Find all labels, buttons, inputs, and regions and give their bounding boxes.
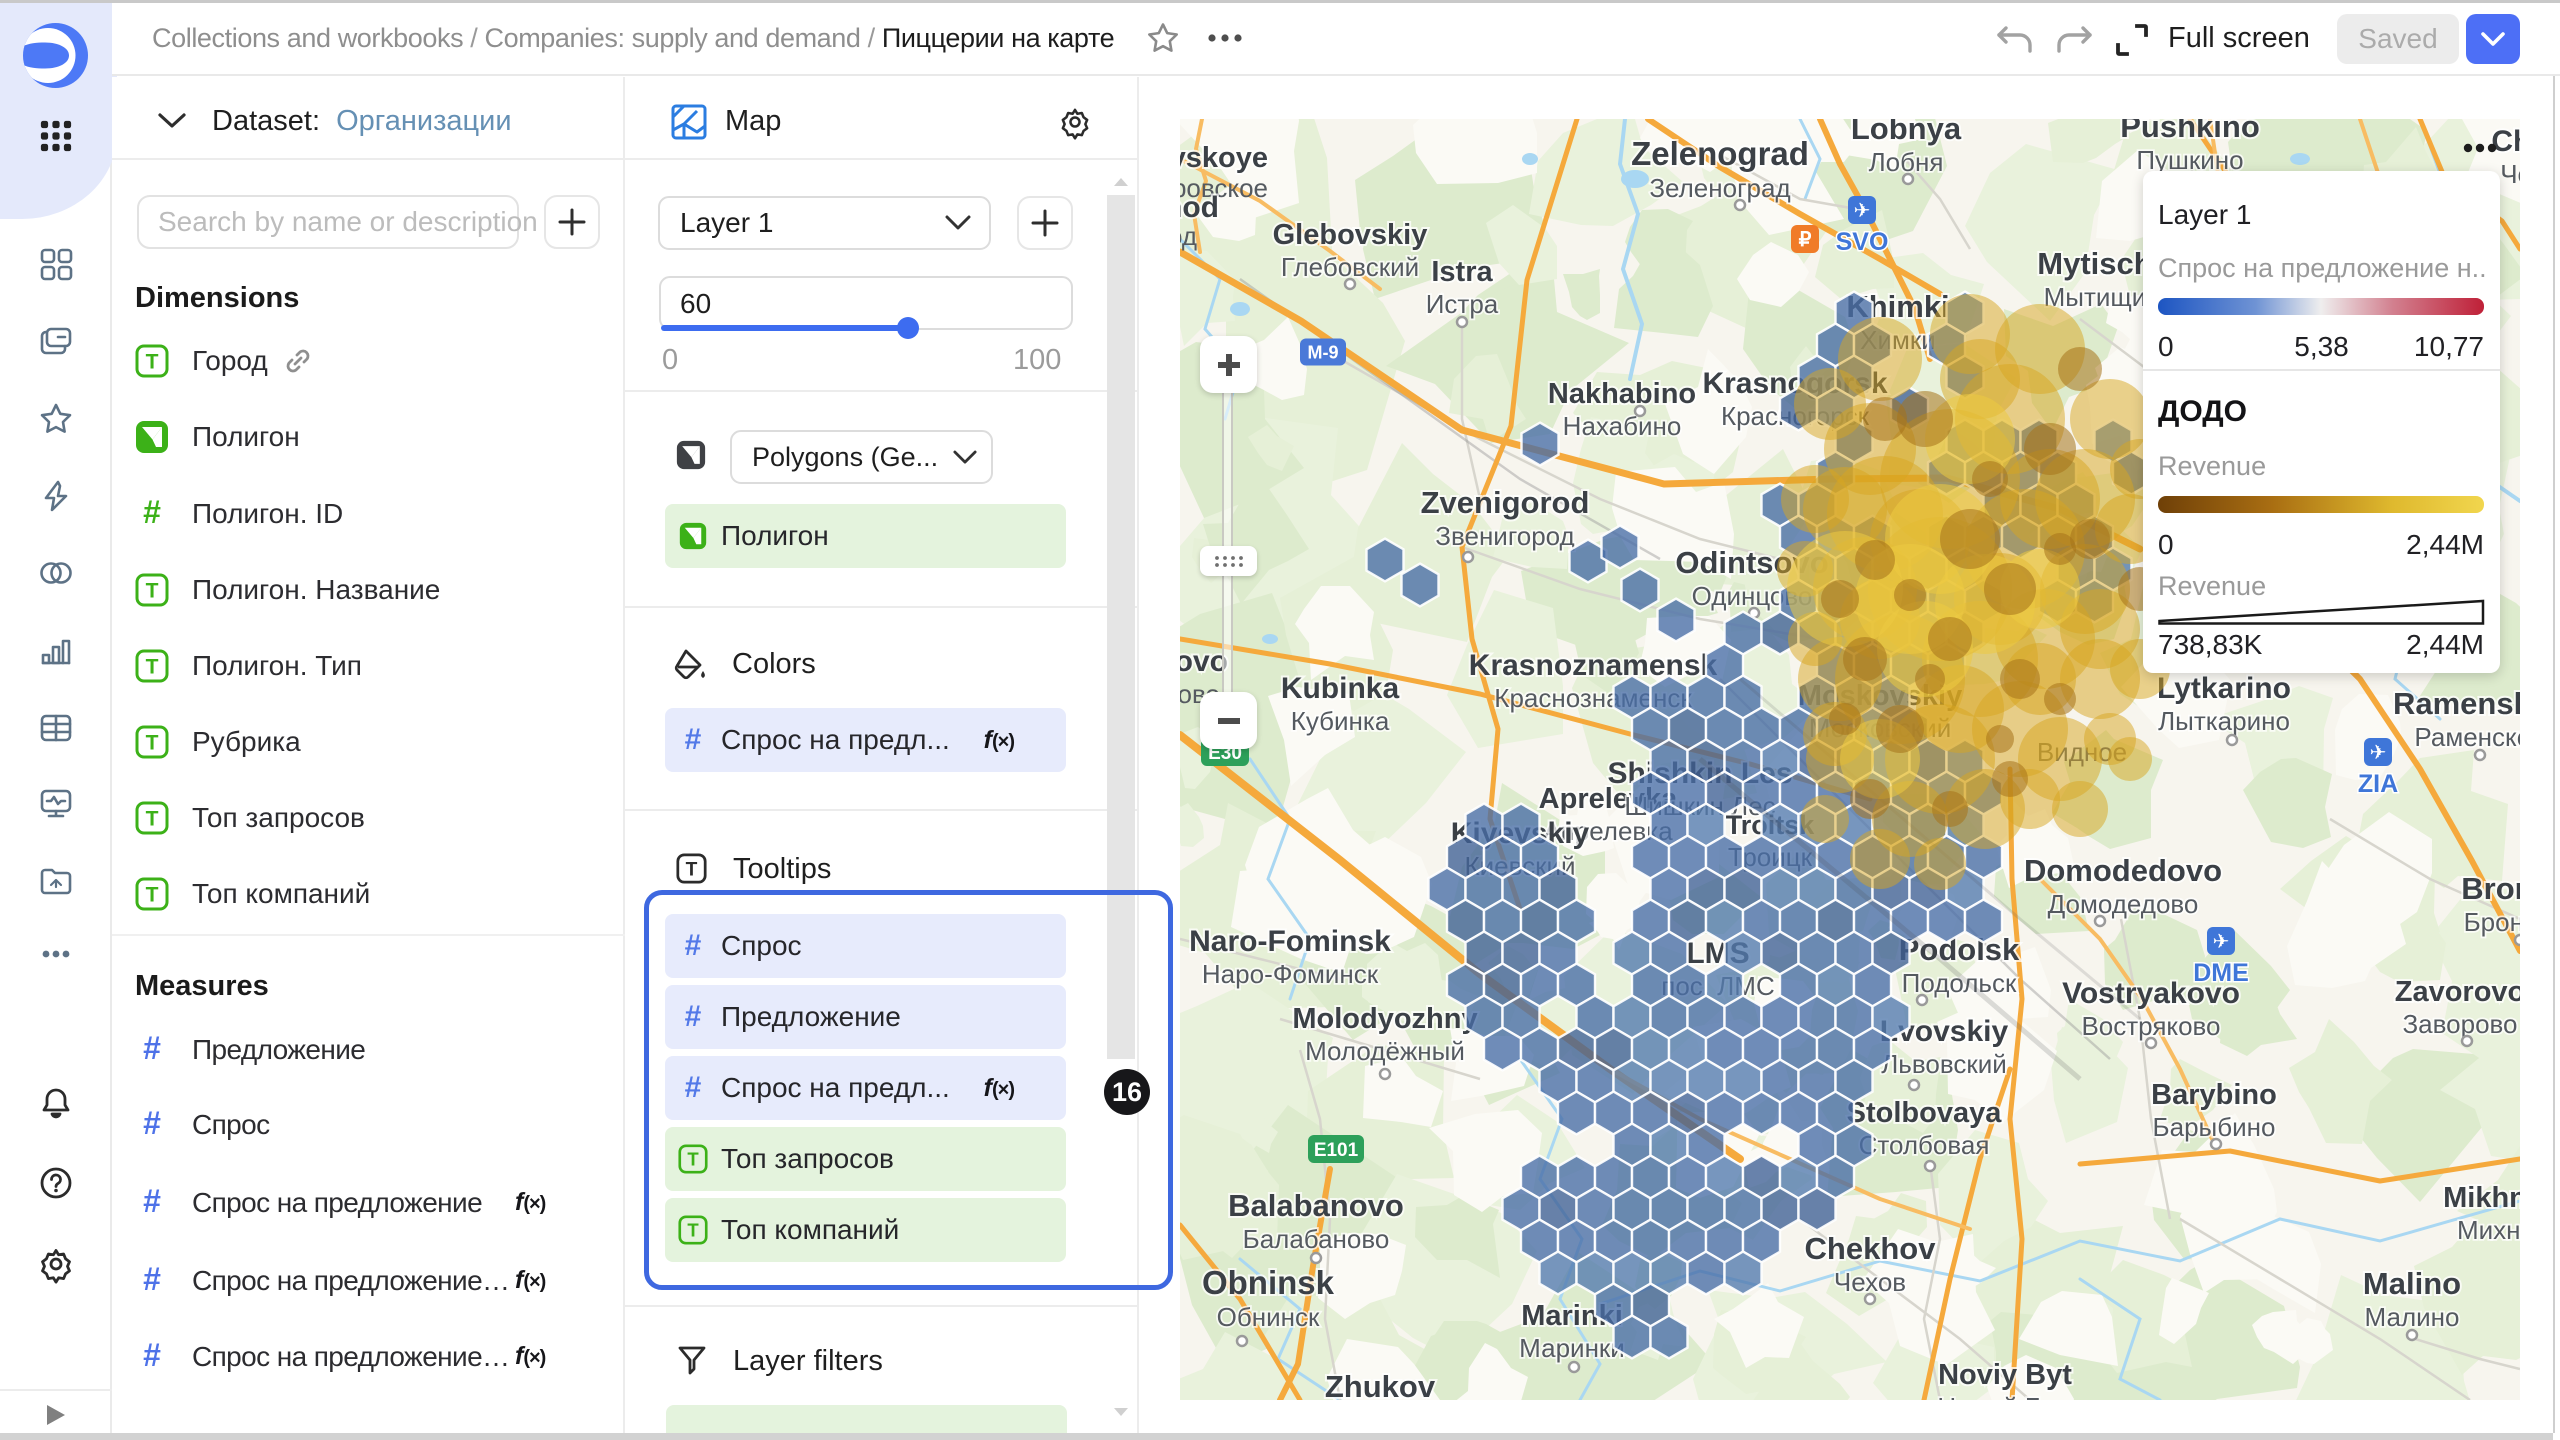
svg-text:Малино: Малино [2365,1302,2460,1332]
svg-text:Истра: Истра [1426,289,1499,319]
svg-text:Zelenograd: Zelenograd [1631,135,1809,172]
svg-text:T: T [146,732,159,755]
svg-text:Zvenigorod: Zvenigorod [1421,485,1590,520]
svg-text:Зеленоград: Зеленоград [1649,173,1790,203]
svg-text:E101: E101 [1314,1140,1359,1161]
svg-text:Заворово: Заворово [2402,1009,2517,1039]
svg-text:Lobnya: Lobnya [1851,119,1962,146]
svg-text:Zavorovo: Zavorovo [2395,976,2520,1008]
svg-text:Новый Быт: Новый Быт [1937,1392,2072,1400]
svg-text:Nakhabino: Nakhabino [1548,378,1696,410]
svg-text:Михнево: Михнево [2457,1215,2520,1245]
svg-text:SVO: SVO [1836,228,1889,256]
svg-text:Molodyozhny: Molodyozhny [1292,1003,1477,1035]
svg-text:Bronnits: Bronnits [2461,871,2520,906]
svg-text:Lytkarino: Lytkarino [2157,672,2291,705]
svg-text:Mytisch: Mytisch [2037,246,2152,281]
svg-text:T: T [146,656,159,679]
svg-text:✈: ✈ [2370,742,2387,764]
svg-text:Naro-Fominsk: Naro-Fominsk [1189,925,1391,958]
svg-text:Молодёжный: Молодёжный [1305,1036,1465,1066]
svg-text:Zhukov: Zhukov [1325,1369,1436,1400]
svg-text:Барыбино: Барыбино [2153,1112,2276,1142]
svg-text:Лобня: Лобня [1869,147,1944,177]
svg-text:ZIA: ZIA [2358,770,2398,798]
svg-text:₽: ₽ [1799,229,1812,251]
svg-text:М-9: М-9 [1308,342,1339,362]
svg-text:Львовский: Львовский [1881,1049,2007,1079]
svg-text:Stolbovaya: Stolbovaya [1847,1097,2003,1129]
svg-text:Ramenskoy: Ramenskoy [2393,686,2520,721]
svg-text:✈: ✈ [2213,931,2230,953]
svg-text:Столбовая: Столбовая [1859,1130,1990,1160]
svg-text:Домодедово: Домодедово [2048,889,2199,919]
svg-text:Глебовский: Глебовский [1281,252,1419,282]
svg-text:Маринки: Маринки [1519,1333,1625,1363]
svg-text:DME: DME [2193,959,2249,987]
svg-text:kovo: kovo [1180,645,1228,678]
svg-text:Pushkino: Pushkino [2120,119,2260,144]
svg-text:Domodedovo: Domodedovo [2024,853,2222,888]
svg-text:Chekhov: Chekhov [1805,1231,1937,1266]
svg-text:T: T [146,580,159,603]
svg-text:Glebovskiy: Glebovskiy [1273,219,1428,251]
svg-text:Obninsk: Obninsk [1202,1264,1335,1301]
svg-text:T: T [146,884,159,907]
svg-text:T: T [146,351,159,374]
svg-text:Мытищи: Мытищи [2044,282,2147,312]
svg-text:rovskoye: rovskoye [1180,142,1268,174]
svg-text:Mikhnevo: Mikhnevo [2443,1182,2520,1214]
svg-text:nod: nod [1180,191,1219,224]
svg-text:✈: ✈ [1854,200,1871,222]
svg-text:T: T [686,859,698,880]
svg-text:T: T [146,808,159,831]
svg-text:Чехов: Чехов [1834,1267,1906,1297]
svg-text:Лыткарино: Лыткарино [2158,706,2290,736]
svg-text:Нахабино: Нахабино [1563,411,1682,441]
svg-text:Balabanovo: Balabanovo [1228,1188,1404,1223]
svg-text:од: од [1180,221,1197,251]
svg-text:Звенигород: Звенигород [1435,521,1574,551]
svg-text:Че: Че [2500,159,2520,189]
svg-text:Istra: Istra [1431,256,1493,288]
svg-text:Балабаново: Балабаново [1243,1224,1390,1254]
svg-text:Кубинка: Кубинка [1291,706,1390,736]
svg-text:Обнинск: Обнинск [1217,1302,1320,1332]
svg-text:Krasnoznamensk: Krasnoznamensk [1469,649,1718,682]
svg-text:Бронницы: Бронницы [2464,907,2520,937]
svg-text:Malino: Malino [2363,1266,2461,1301]
svg-text:Noviy Byt: Noviy Byt [1938,1359,2072,1391]
svg-text:Barybino: Barybino [2151,1079,2277,1111]
svg-text:Раменское: Раменское [2414,722,2520,752]
svg-text:Kubinka: Kubinka [1281,672,1400,705]
svg-text:Востряково: Востряково [2081,1011,2220,1041]
svg-text:Наро-Фоминск: Наро-Фоминск [1202,959,1379,989]
